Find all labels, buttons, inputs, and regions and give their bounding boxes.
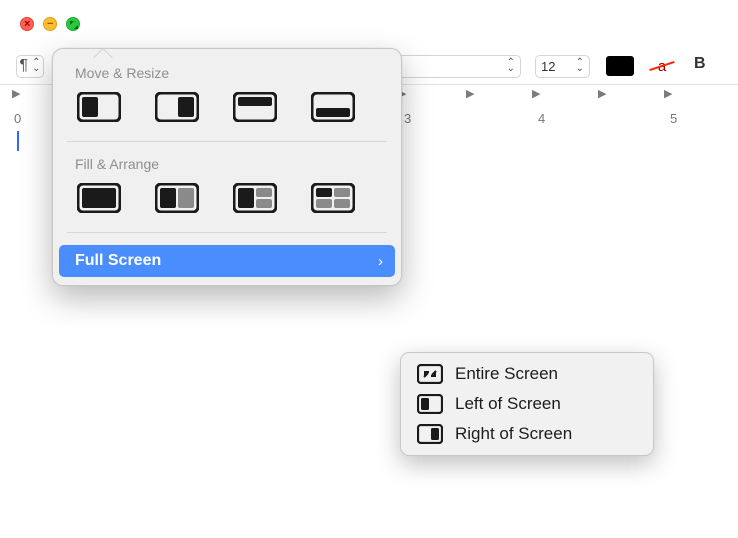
submenu-label: Left of Screen	[455, 394, 561, 414]
submenu-label: Entire Screen	[455, 364, 558, 384]
tile-left-half[interactable]	[75, 91, 123, 123]
bold-label: B	[694, 55, 706, 72]
right-of-screen-icon	[417, 424, 443, 444]
text-cursor	[17, 131, 19, 151]
submenu-right-of-screen[interactable]: Right of Screen	[401, 419, 653, 449]
ruler-number: 4	[538, 111, 545, 126]
updown-icon: ⌃⌄	[576, 60, 584, 72]
submenu-entire-screen[interactable]: Entire Screen	[401, 359, 653, 389]
updown-icon: ⌃⌄	[507, 60, 515, 72]
separator	[67, 232, 387, 233]
full-screen-label: Full Screen	[75, 252, 161, 270]
ruler-number: 0	[14, 111, 21, 126]
tile-four-up[interactable]	[309, 182, 357, 214]
full-screen-menu-item[interactable]: Full Screen ›	[59, 245, 395, 277]
window-zoom-button[interactable]	[66, 17, 80, 31]
section-title-move-resize: Move & Resize	[53, 63, 401, 91]
tile-three-up[interactable]	[231, 182, 279, 214]
window-arrange-popover: Move & Resize Fill & Arrange Full Scr	[52, 48, 402, 286]
window-minimize-button[interactable]	[43, 17, 57, 31]
section-title-fill-arrange: Fill & Arrange	[53, 154, 401, 182]
paragraph-style-button[interactable]: ¶ ⌃⌄	[16, 55, 44, 78]
text-color-swatch[interactable]	[606, 56, 634, 76]
pilcrow-icon: ¶	[20, 57, 29, 75]
tile-right-half[interactable]	[153, 91, 201, 123]
full-screen-submenu: Entire Screen Left of Screen Right of Sc…	[400, 352, 654, 456]
letter-a-icon: a	[658, 58, 666, 75]
clear-style-button[interactable]: a	[648, 55, 676, 77]
move-resize-row	[53, 91, 401, 139]
tile-two-up[interactable]	[153, 182, 201, 214]
left-of-screen-icon	[417, 394, 443, 414]
chevron-right-icon: ›	[378, 253, 383, 270]
traffic-lights	[20, 17, 80, 31]
tile-top-half[interactable]	[231, 91, 279, 123]
ruler-number: 5	[670, 111, 677, 126]
entire-screen-icon	[417, 364, 443, 384]
tile-fill[interactable]	[75, 182, 123, 214]
submenu-left-of-screen[interactable]: Left of Screen	[401, 389, 653, 419]
chevron-down-icon: ⌃⌄	[32, 60, 40, 72]
tile-bottom-half[interactable]	[309, 91, 357, 123]
font-size-select[interactable]: 12 ⌃⌄	[535, 55, 590, 78]
separator	[67, 141, 387, 142]
ruler-number: 3	[404, 111, 411, 126]
font-size-value: 12	[541, 59, 555, 74]
window-close-button[interactable]	[20, 17, 34, 31]
fill-arrange-row	[53, 182, 401, 230]
bold-button[interactable]: B	[694, 55, 722, 77]
submenu-label: Right of Screen	[455, 424, 572, 444]
